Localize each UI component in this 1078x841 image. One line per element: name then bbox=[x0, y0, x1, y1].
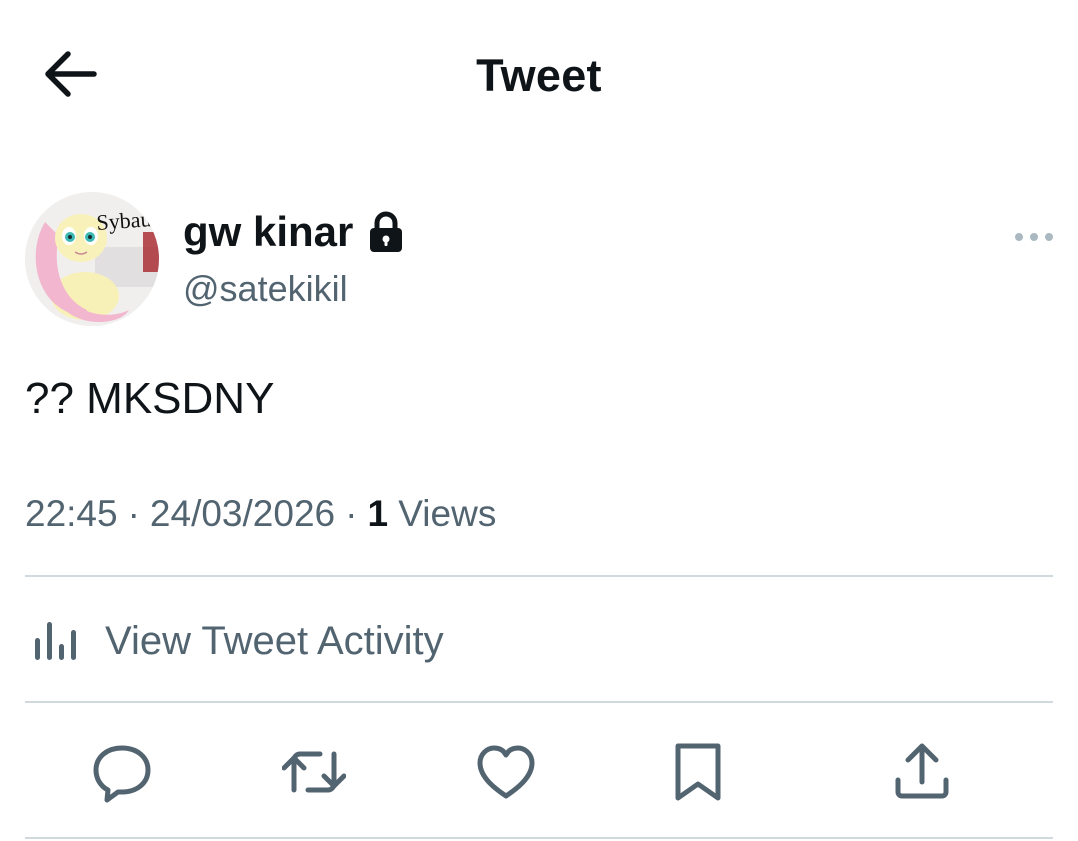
tweet-meta: 22:45 · 24/03/2026 · 1 Views bbox=[25, 493, 496, 535]
bookmark-button[interactable] bbox=[666, 740, 730, 804]
tweet-date[interactable]: 24/03/2026 bbox=[150, 493, 335, 534]
bookmark-icon bbox=[675, 743, 721, 801]
display-name: gw kinar bbox=[183, 208, 354, 255]
page-title: Tweet bbox=[476, 50, 602, 101]
share-icon bbox=[895, 743, 949, 799]
activity-label: View Tweet Activity bbox=[105, 618, 444, 663]
divider bbox=[25, 701, 1053, 703]
reply-button[interactable] bbox=[90, 740, 154, 804]
meta-separator: · bbox=[127, 493, 140, 534]
more-horizontal-icon bbox=[1015, 233, 1053, 241]
share-button[interactable] bbox=[890, 740, 954, 804]
reply-icon bbox=[93, 745, 151, 803]
like-button[interactable] bbox=[474, 740, 538, 804]
bar-chart-icon bbox=[25, 612, 83, 670]
avatar[interactable]: Sybau bbox=[25, 192, 159, 326]
lock-icon bbox=[367, 211, 405, 253]
avatar-image: Sybau bbox=[25, 192, 159, 326]
author-handle[interactable]: @satekikil bbox=[183, 268, 348, 310]
avatar-text: Sybau bbox=[96, 206, 153, 235]
tweet-time[interactable]: 22:45 bbox=[25, 493, 118, 534]
more-options-button[interactable] bbox=[1012, 224, 1056, 250]
views-label: Views bbox=[398, 493, 497, 534]
views-count: 1 bbox=[367, 493, 389, 534]
author-name[interactable]: gw kinar bbox=[183, 208, 405, 256]
divider bbox=[25, 575, 1053, 577]
tweet-text: ?? MKSDNY bbox=[25, 374, 275, 423]
top-bar: Tweet bbox=[0, 0, 1078, 150]
retweet-button[interactable] bbox=[282, 740, 346, 804]
meta-separator: · bbox=[345, 493, 358, 534]
view-tweet-activity-button[interactable]: View Tweet Activity bbox=[25, 606, 444, 676]
retweet-icon bbox=[282, 751, 346, 793]
heart-icon bbox=[477, 745, 535, 799]
divider bbox=[25, 837, 1053, 839]
